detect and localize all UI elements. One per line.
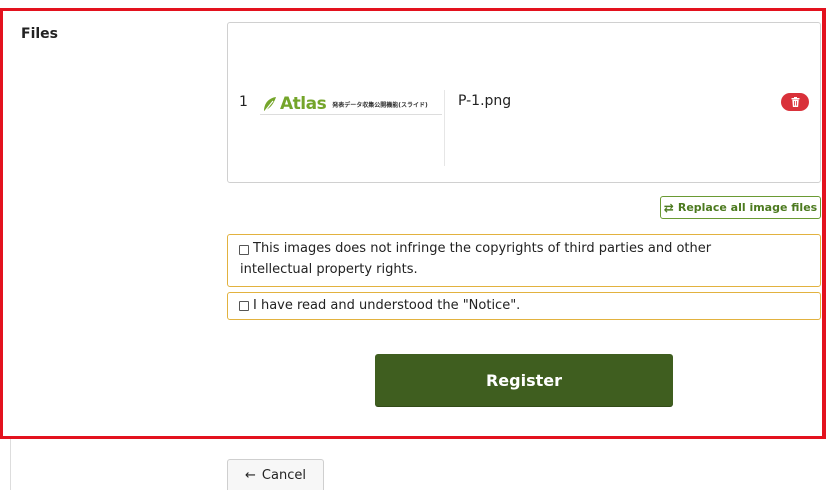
trash-icon	[791, 97, 799, 107]
cancel-button[interactable]: ← Cancel	[227, 459, 324, 490]
thumbnail-rule	[260, 114, 442, 115]
delete-file-button[interactable]	[781, 93, 809, 111]
file-row-index: 1	[239, 94, 248, 110]
notice-agreement-box: I have read and understood the "Notice".	[227, 292, 821, 320]
replace-all-images-label: Replace all image files	[677, 201, 818, 214]
replace-all-images-button[interactable]: ⇄ Replace all image files	[660, 196, 821, 219]
swap-arrows-icon: ⇄	[663, 200, 674, 215]
file-thumbnail: Atlas 発表データ収集公開機能(スライド)	[256, 90, 445, 166]
cancel-label: Cancel	[261, 467, 306, 483]
thumbnail-caption: 発表データ収集公開機能(スライド)	[332, 101, 428, 109]
files-label: Files	[21, 26, 58, 42]
copyright-agreement-box: This images does not infringe the copyri…	[227, 234, 821, 287]
copyright-checkbox[interactable]	[239, 245, 249, 255]
copyright-text-line1: This images does not infringe the copyri…	[253, 241, 712, 256]
copyright-text-line2: intellectual property rights.	[240, 262, 418, 277]
atlas-leaf-icon	[264, 97, 276, 112]
notice-text: I have read and understood the "Notice".	[253, 298, 521, 313]
thumbnail-logo-text: Atlas	[280, 94, 327, 114]
register-button[interactable]: Register	[375, 354, 673, 407]
notice-checkbox[interactable]	[239, 301, 249, 311]
arrow-left-icon: ←	[245, 467, 256, 483]
file-name: P-1.png	[458, 93, 512, 109]
column-divider	[10, 439, 11, 490]
